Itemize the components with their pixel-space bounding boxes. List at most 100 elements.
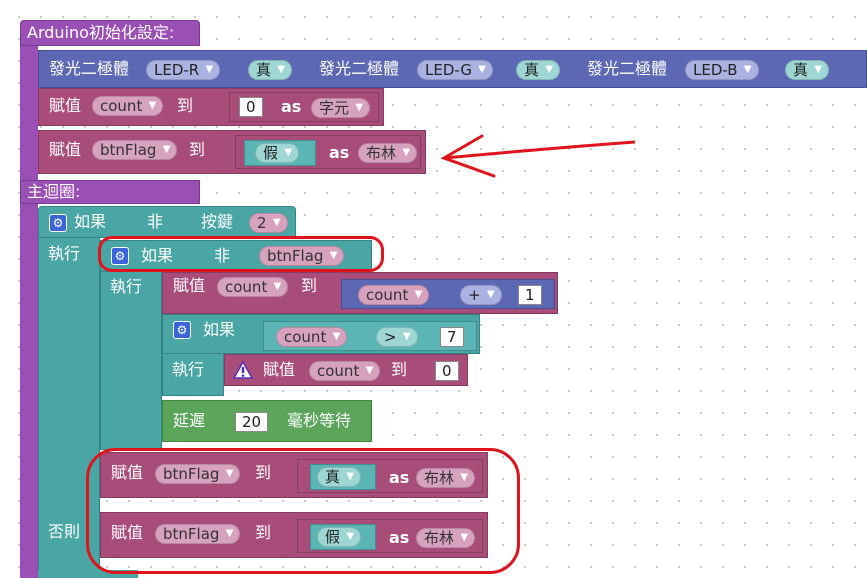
else-label: 否則 [48, 522, 81, 541]
boolean-dropdown[interactable]: 真 ▼ [317, 467, 362, 487]
led-pin-dropdown-2[interactable]: LED-G ▼ [417, 60, 493, 80]
led-value-2: 真 [524, 61, 540, 79]
type-dropdown[interactable]: 布林 ▼ [416, 468, 476, 488]
loop-block[interactable]: 主迴圈: [20, 180, 200, 204]
cast-block[interactable]: 假 ▼ as 布林 ▼ [235, 135, 421, 169]
operator-dropdown[interactable]: > ▼ [376, 327, 418, 347]
var-dropdown-count[interactable]: count ▼ [276, 327, 348, 347]
gear-icon[interactable]: ⚙ [49, 214, 67, 232]
as-label: as [329, 143, 350, 162]
number-input[interactable]: 0 [239, 97, 263, 117]
operator: > [384, 328, 397, 346]
cast-block[interactable]: 0 as 字元 ▼ [229, 92, 379, 122]
led-pin-3: LED-B [693, 61, 738, 79]
type-dropdown[interactable]: 字元 ▼ [311, 98, 371, 118]
if-count-block[interactable]: ⚙ 如果 count ▼ > ▼ 7 [162, 314, 480, 354]
led-row-block[interactable]: 發光二極體 LED-R ▼ 真 ▼ 發光二極體 LED-G ▼ 真 ▼ 發光二極體 LE… [38, 50, 867, 88]
chevron-down-icon: ▼ [814, 64, 823, 75]
boolean-value: 真 [325, 468, 341, 486]
operand-var-dropdown[interactable]: count ▼ [358, 285, 430, 305]
boolean-block[interactable]: 假 ▼ [244, 140, 316, 166]
led-value-1: 真 [256, 61, 272, 79]
boolean-dropdown[interactable]: 假 ▼ [317, 527, 362, 547]
var-dropdown-count[interactable]: count ▼ [217, 277, 289, 297]
assign-label: 賦值 [263, 360, 296, 379]
setup-title: Arduino初始化設定: [27, 23, 175, 42]
gear-icon[interactable]: ⚙ [173, 321, 191, 339]
assign-label: 賦值 [49, 140, 82, 159]
boolean-block[interactable]: 假 ▼ [310, 524, 376, 550]
chevron-down-icon: ▼ [743, 64, 752, 75]
compare-block[interactable]: count ▼ > ▼ 7 [263, 321, 477, 351]
led-value-dropdown-2[interactable]: 真 ▼ [516, 60, 561, 80]
cast-block[interactable]: 假 ▼ as 布林 ▼ [297, 519, 483, 553]
set-btnflag-false-block[interactable]: 賦值 btnFlag ▼ 到 假 ▼ as 布林 ▼ [100, 512, 488, 558]
var-name: btnFlag [163, 465, 220, 483]
led-pin-dropdown-3[interactable]: LED-B ▼ [685, 60, 759, 80]
delay-input[interactable]: 20 [235, 412, 269, 432]
if-label: 如果 [203, 320, 236, 339]
setup-block[interactable]: Arduino初始化設定: [20, 20, 200, 46]
type-name: 布林 [424, 529, 455, 547]
type-dropdown[interactable]: 布林 ▼ [358, 143, 418, 163]
chevron-down-icon: ▼ [329, 250, 338, 261]
led-value-dropdown-1[interactable]: 真 ▼ [248, 60, 293, 80]
var-dropdown-btnflag[interactable]: btnFlag ▼ [155, 464, 241, 484]
assign-count-block[interactable]: 賦值 count ▼ 到 0 as 字元 ▼ [38, 88, 384, 126]
cast-block[interactable]: 真 ▼ as 布林 ▼ [297, 459, 483, 493]
led-value-dropdown-3[interactable]: 真 ▼ [785, 60, 830, 80]
var-dropdown-btnflag[interactable]: btnFlag ▼ [259, 246, 345, 266]
setup-spine [20, 46, 38, 180]
chevron-down-icon: ▼ [478, 64, 486, 75]
boolean-dropdown[interactable]: 假 ▼ [255, 143, 300, 163]
number-input[interactable]: 7 [440, 327, 464, 347]
led-pin-dropdown-1[interactable]: LED-R ▼ [146, 60, 221, 80]
assign-btnflag-block[interactable]: 賦值 btnFlag ▼ 到 假 ▼ as 布林 ▼ [38, 130, 426, 174]
assign-label: 賦值 [111, 523, 144, 542]
chevron-down-icon: ▼ [346, 531, 355, 542]
button-pin-dropdown[interactable]: 2 ▼ [249, 213, 288, 233]
led-label-3: 發光二極體 [587, 59, 668, 78]
assign-label: 賦值 [111, 463, 144, 482]
var-dropdown-btnflag[interactable]: btnFlag ▼ [155, 524, 241, 544]
number-input[interactable]: 0 [435, 361, 459, 381]
delay-unit: 毫秒等待 [287, 411, 352, 430]
led-pin-2: LED-G [425, 61, 472, 79]
var-dropdown-count[interactable]: count ▼ [309, 361, 381, 381]
var-name: btnFlag [267, 247, 324, 265]
chevron-down-icon: ▼ [414, 289, 423, 300]
operator-dropdown[interactable]: + ▼ [460, 285, 502, 305]
if-label: 如果 [74, 212, 107, 231]
var-name: btnFlag [100, 141, 157, 159]
number-input[interactable]: 1 [518, 285, 542, 305]
to-label: 到 [301, 276, 318, 295]
var-dropdown-btnflag[interactable]: btnFlag ▼ [92, 140, 178, 160]
var-dropdown-count[interactable]: count ▼ [92, 96, 164, 116]
led-label-2: 發光二極體 [319, 59, 400, 78]
button-label: 按鍵 [201, 212, 234, 231]
annotation-arrow-icon [440, 134, 636, 178]
math-block[interactable]: count ▼ + ▼ 1 [341, 279, 555, 309]
type-dropdown[interactable]: 布林 ▼ [416, 528, 476, 548]
do-label: 執行 [172, 360, 205, 379]
chevron-down-icon: ▼ [486, 289, 495, 300]
led-label-1: 發光二極體 [49, 59, 130, 78]
gear-icon[interactable]: ⚙ [111, 247, 129, 265]
assign-increment-block[interactable]: 賦值 count ▼ 到 count ▼ + ▼ 1 [162, 272, 558, 314]
reset-count-block[interactable]: 賦值 count ▼ 到 0 [224, 354, 468, 386]
warning-icon[interactable] [233, 361, 253, 379]
chevron-down-icon: ▼ [545, 64, 554, 75]
boolean-block[interactable]: 真 ▼ [310, 464, 376, 490]
led-pin-1: LED-R [154, 61, 200, 79]
if-outer-block[interactable]: ⚙ 如果 非 按鍵 2 ▼ [38, 206, 296, 238]
set-btnflag-true-block[interactable]: 賦值 btnFlag ▼ 到 真 ▼ as 布林 ▼ [100, 452, 488, 498]
if-inner-block[interactable]: ⚙ 如果 非 btnFlag ▼ [100, 240, 372, 272]
boolean-value: 假 [263, 144, 279, 162]
delay-block[interactable]: 延遲 20 毫秒等待 [162, 400, 372, 442]
var-name: btnFlag [163, 525, 220, 543]
led-value-3: 真 [793, 61, 809, 79]
as-label: as [281, 97, 302, 116]
chevron-down-icon: ▼ [284, 147, 293, 158]
not-label: 非 [147, 212, 164, 231]
type-name: 字元 [319, 99, 350, 117]
